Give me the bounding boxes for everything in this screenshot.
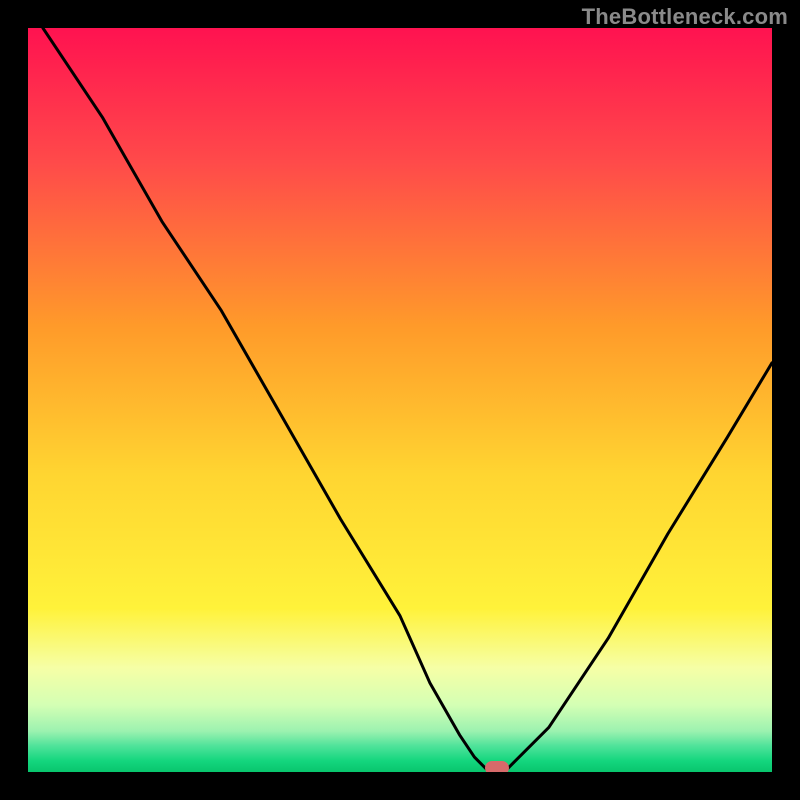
plot-area [28, 28, 772, 772]
watermark-text: TheBottleneck.com [582, 4, 788, 30]
optimal-point-marker [485, 761, 509, 772]
chart-outer-frame: TheBottleneck.com [0, 0, 800, 800]
bottleneck-curve [28, 28, 772, 772]
